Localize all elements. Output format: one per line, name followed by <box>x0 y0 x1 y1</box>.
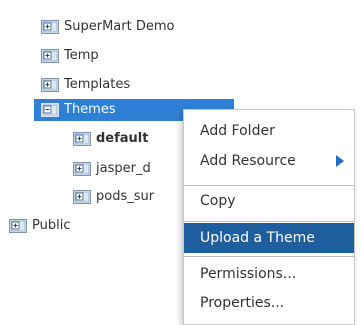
menu-item-label[interactable]: Permissions... <box>184 266 296 282</box>
triangle-right-icon <box>336 155 344 167</box>
tree-node-label[interactable]: Templates <box>64 74 130 96</box>
tree-node-label[interactable]: SuperMart Demo <box>64 16 174 38</box>
tree-node-supermart-demo[interactable]: SuperMart Demo <box>41 16 174 38</box>
menu-item-label[interactable]: Upload a Theme <box>184 230 315 246</box>
menu-item-add-resource[interactable]: Add Resource <box>184 148 354 174</box>
folder-expand-icon[interactable] <box>9 219 27 233</box>
tree-node-default[interactable]: default <box>73 128 148 150</box>
tree-node-label[interactable]: jasper_d <box>96 158 151 180</box>
menu-item-label[interactable]: Add Folder <box>184 123 275 139</box>
menu-item-copy[interactable]: Copy <box>184 188 354 214</box>
menu-item-upload-theme[interactable]: Upload a Theme <box>184 223 354 253</box>
folder-expand-icon[interactable] <box>73 162 91 176</box>
menu-item-properties[interactable]: Properties... <box>184 290 354 316</box>
menu-item-label[interactable]: Copy <box>184 193 236 209</box>
folder-collapse-icon[interactable] <box>41 103 59 117</box>
menu-item-label[interactable]: Add Resource <box>184 153 296 169</box>
folder-expand-icon[interactable] <box>73 190 91 204</box>
folder-expand-icon[interactable] <box>41 49 59 63</box>
menu-separator <box>184 221 354 222</box>
menu-item-permissions[interactable]: Permissions... <box>184 261 354 287</box>
folder-expand-icon[interactable] <box>73 132 91 146</box>
folder-expand-icon[interactable] <box>41 20 59 34</box>
folder-expand-icon[interactable] <box>41 78 59 92</box>
tree-node-pods[interactable]: pods_sur <box>73 186 154 208</box>
tree-node-public[interactable]: Public <box>9 215 70 237</box>
tree-node-label[interactable]: Themes <box>64 99 116 121</box>
tree-node-label[interactable]: Public <box>32 215 70 237</box>
menu-item-add-folder[interactable]: Add Folder <box>184 118 354 144</box>
menu-separator <box>184 185 354 186</box>
tree-node-jasper[interactable]: jasper_d <box>73 158 151 180</box>
context-menu: Add Folder Add Resource Copy Upload a Th… <box>183 109 355 325</box>
tree-node-label[interactable]: default <box>96 128 148 150</box>
tree-node-label[interactable]: pods_sur <box>96 186 154 208</box>
tree-node-temp[interactable]: Temp <box>41 45 99 67</box>
menu-separator <box>184 256 354 257</box>
tree-node-label[interactable]: Temp <box>64 45 99 67</box>
tree-node-templates[interactable]: Templates <box>41 74 130 96</box>
menu-item-label[interactable]: Properties... <box>184 295 284 311</box>
